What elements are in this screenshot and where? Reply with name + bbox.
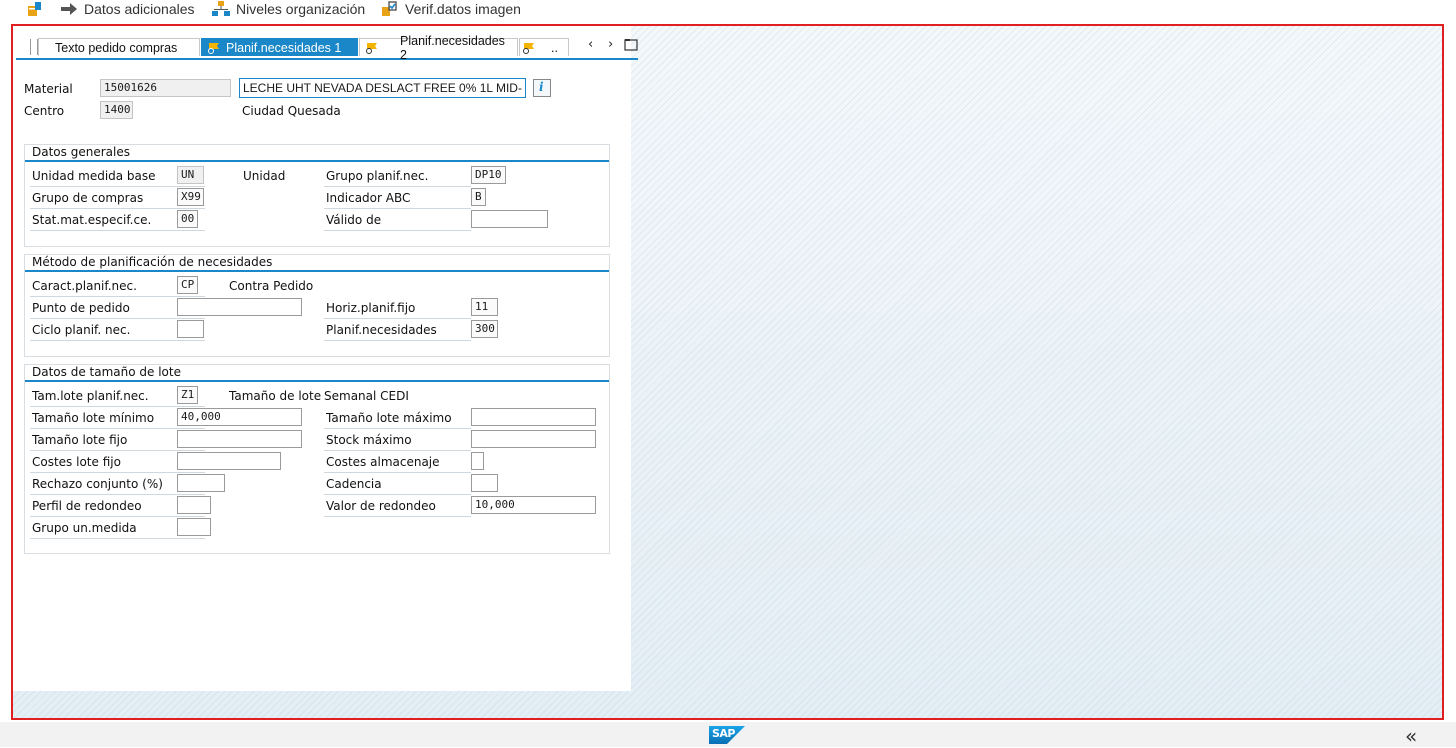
tab-texto-pedido-compras[interactable]: Texto pedido compras — [38, 38, 200, 56]
stat-mat-field[interactable]: 00 — [177, 210, 198, 228]
tab-list-icon[interactable] — [624, 38, 638, 55]
tab-next-icon[interactable]: › — [608, 37, 613, 52]
create-button[interactable] — [26, 0, 50, 18]
costes-lote-fijo-field[interactable] — [177, 452, 281, 470]
tab-prev-icon[interactable]: ‹ — [588, 37, 593, 52]
grupo-planif-field[interactable]: DP10 — [471, 166, 506, 184]
arrow-right-icon — [60, 1, 78, 17]
datos-adicionales-button[interactable]: Datos adicionales — [60, 0, 195, 18]
tam-lote-description-b: Semanal CEDI — [324, 389, 409, 403]
tab-strip: Texto pedido compras Planif.necesidades … — [16, 34, 638, 62]
flag-icon — [523, 42, 537, 54]
lote-fijo-label: Tamaño lote fijo — [32, 433, 128, 447]
lote-maximo-label: Tamaño lote máximo — [326, 411, 452, 425]
lote-minimo-label: Tamaño lote mínimo — [32, 411, 155, 425]
verif-datos-imagen-button[interactable]: Verif.datos imagen — [381, 0, 521, 18]
tab-scroll-grip-icon — [30, 39, 38, 55]
check-data-icon — [381, 1, 399, 17]
tam-lote-field[interactable]: Z1 — [177, 386, 198, 404]
centro-field[interactable]: 1400 — [100, 101, 133, 119]
horiz-planif-label: Horiz.planif.fijo — [326, 301, 416, 315]
punto-pedido-field[interactable] — [177, 298, 302, 316]
costes-almacenaje-field[interactable] — [471, 452, 484, 470]
planif-necesidades-field[interactable]: 300 — [471, 320, 498, 338]
punto-pedido-label: Punto de pedido — [32, 301, 130, 315]
collapse-icon[interactable]: « — [1405, 724, 1417, 748]
ciclo-planif-label: Ciclo planif. nec. — [32, 323, 131, 337]
flag-icon — [366, 42, 380, 54]
info-button[interactable]: i — [533, 79, 551, 97]
grupo-un-medida-field[interactable] — [177, 518, 211, 536]
tam-lote-description-a: Tamaño de lote — [229, 389, 322, 403]
sap-logo: SAP — [709, 726, 745, 744]
stock-maximo-label: Stock máximo — [326, 433, 412, 447]
costes-almacenaje-label: Costes almacenaje — [326, 455, 440, 469]
costes-lote-fijo-label: Costes lote fijo — [32, 455, 121, 469]
grupo-compras-label: Grupo de compras — [32, 191, 144, 205]
indicador-abc-label: Indicador ABC — [326, 191, 411, 205]
centro-description: Ciudad Quesada — [242, 104, 341, 118]
tab-planif-necesidades-2[interactable]: Planif.necesidades 2 — [359, 34, 518, 62]
cadencia-field[interactable] — [471, 474, 498, 492]
caract-planif-label: Caract.planif.nec. — [32, 279, 137, 293]
grupo-compras-field[interactable]: X99 — [177, 188, 204, 206]
ciclo-planif-field[interactable] — [177, 320, 204, 338]
group-title: Datos generales — [32, 145, 130, 159]
main-area: Texto pedido compras Planif.necesidades … — [11, 24, 1444, 720]
tab-planif-necesidades-1[interactable]: Planif.necesidades 1 — [201, 38, 358, 56]
group-datos-tamano-lote: Datos de tamaño de lote Tam.lote planif.… — [24, 364, 610, 554]
grupo-un-medida-label: Grupo un.medida — [32, 521, 137, 535]
flag-icon — [208, 42, 222, 54]
rechazo-conjunto-field[interactable] — [177, 474, 225, 492]
stock-maximo-field[interactable] — [471, 430, 596, 448]
material-description-field[interactable]: LECHE UHT NEVADA DESLACT FREE 0% 1L MID- — [239, 78, 526, 98]
group-datos-generales: Datos generales Unidad medida base UN Un… — [24, 144, 610, 247]
valido-de-field[interactable] — [471, 210, 548, 228]
centro-label: Centro — [24, 104, 65, 118]
indicador-abc-field[interactable]: B — [471, 188, 486, 206]
valor-redondeo-field[interactable]: 10,000 — [471, 496, 596, 514]
valido-de-label: Válido de — [326, 213, 382, 227]
umb-description: Unidad — [243, 169, 286, 183]
status-bar: SAP « — [0, 722, 1456, 748]
hierarchy-icon — [212, 1, 230, 17]
umb-label: Unidad medida base — [32, 169, 156, 183]
stat-mat-label: Stat.mat.especif.ce. — [32, 213, 152, 227]
planif-necesidades-label: Planif.necesidades — [326, 323, 437, 337]
caract-planif-description: Contra Pedido — [229, 279, 314, 293]
lote-maximo-field[interactable] — [471, 408, 596, 426]
material-label: Material — [24, 82, 73, 96]
horiz-planif-field[interactable]: 11 — [471, 298, 498, 316]
document-create-icon — [26, 1, 44, 17]
lote-minimo-field[interactable]: 40,000 — [177, 408, 302, 426]
niveles-organizacion-button[interactable]: Niveles organización — [212, 0, 365, 18]
cadencia-label: Cadencia — [326, 477, 382, 491]
caract-planif-field[interactable]: CP — [177, 276, 198, 294]
tam-lote-label: Tam.lote planif.nec. — [32, 389, 149, 403]
application-toolbar: Datos adicionales Niveles organización V… — [0, 0, 1456, 20]
group-metodo-planificacion: Método de planificación de necesidades C… — [24, 254, 610, 357]
group-title: Datos de tamaño de lote — [32, 365, 181, 379]
perfil-redondeo-label: Perfil de redondeo — [32, 499, 142, 513]
tab-more[interactable]: .. — [519, 38, 569, 56]
valor-redondeo-label: Valor de redondeo — [326, 499, 436, 513]
info-icon: i — [539, 80, 544, 94]
group-title: Método de planificación de necesidades — [32, 255, 273, 269]
perfil-redondeo-field[interactable] — [177, 496, 211, 514]
material-field[interactable]: 15001626 — [100, 79, 231, 97]
umb-field[interactable]: UN — [177, 166, 204, 184]
rechazo-conjunto-label: Rechazo conjunto (%) — [32, 477, 163, 491]
lote-fijo-field[interactable] — [177, 430, 302, 448]
grupo-planif-label: Grupo planif.nec. — [326, 169, 429, 183]
